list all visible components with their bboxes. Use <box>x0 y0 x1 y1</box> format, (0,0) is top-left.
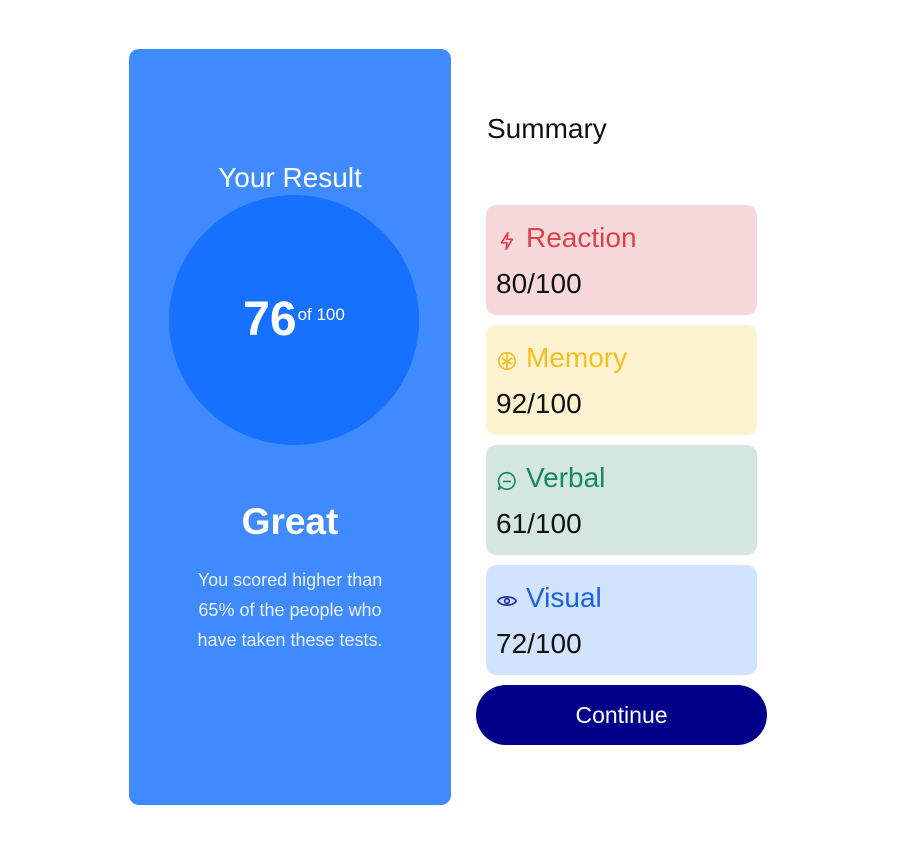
lightning-icon <box>500 231 514 251</box>
eye-icon <box>496 596 518 606</box>
brain-icon <box>497 351 517 371</box>
summary-item-score: 72/100 <box>496 628 582 659</box>
result-card: Your Result 76 of 100 Great You scored h… <box>129 49 451 805</box>
summary-item-label: Visual <box>526 582 602 613</box>
score-value: 76 <box>243 293 297 346</box>
continue-button[interactable]: Continue <box>476 685 767 745</box>
summary-item-visual: Visual 72/100 <box>486 565 757 675</box>
summary-item-verbal: Verbal 61/100 <box>486 445 757 555</box>
result-title: Your Result <box>218 162 362 193</box>
rating-label: Great <box>241 501 339 542</box>
chat-bubble-icon <box>497 471 516 491</box>
summary-item-memory: Memory 92/100 <box>486 325 757 435</box>
summary-item-label: Verbal <box>526 462 606 493</box>
summary-item-score: 92/100 <box>496 388 582 419</box>
summary-item-label: Reaction <box>526 222 637 253</box>
summary-title: Summary <box>487 113 607 144</box>
rating-description: You scored higher than 65% of the people… <box>197 570 383 650</box>
summary-item-label: Memory <box>526 342 628 373</box>
summary-item-reaction: Reaction 80/100 <box>486 205 757 315</box>
summary-item-score: 80/100 <box>496 268 582 299</box>
score-of-label: of 100 <box>297 305 345 324</box>
summary-item-score: 61/100 <box>496 508 582 539</box>
score-circle: 76 of 100 <box>169 195 419 445</box>
